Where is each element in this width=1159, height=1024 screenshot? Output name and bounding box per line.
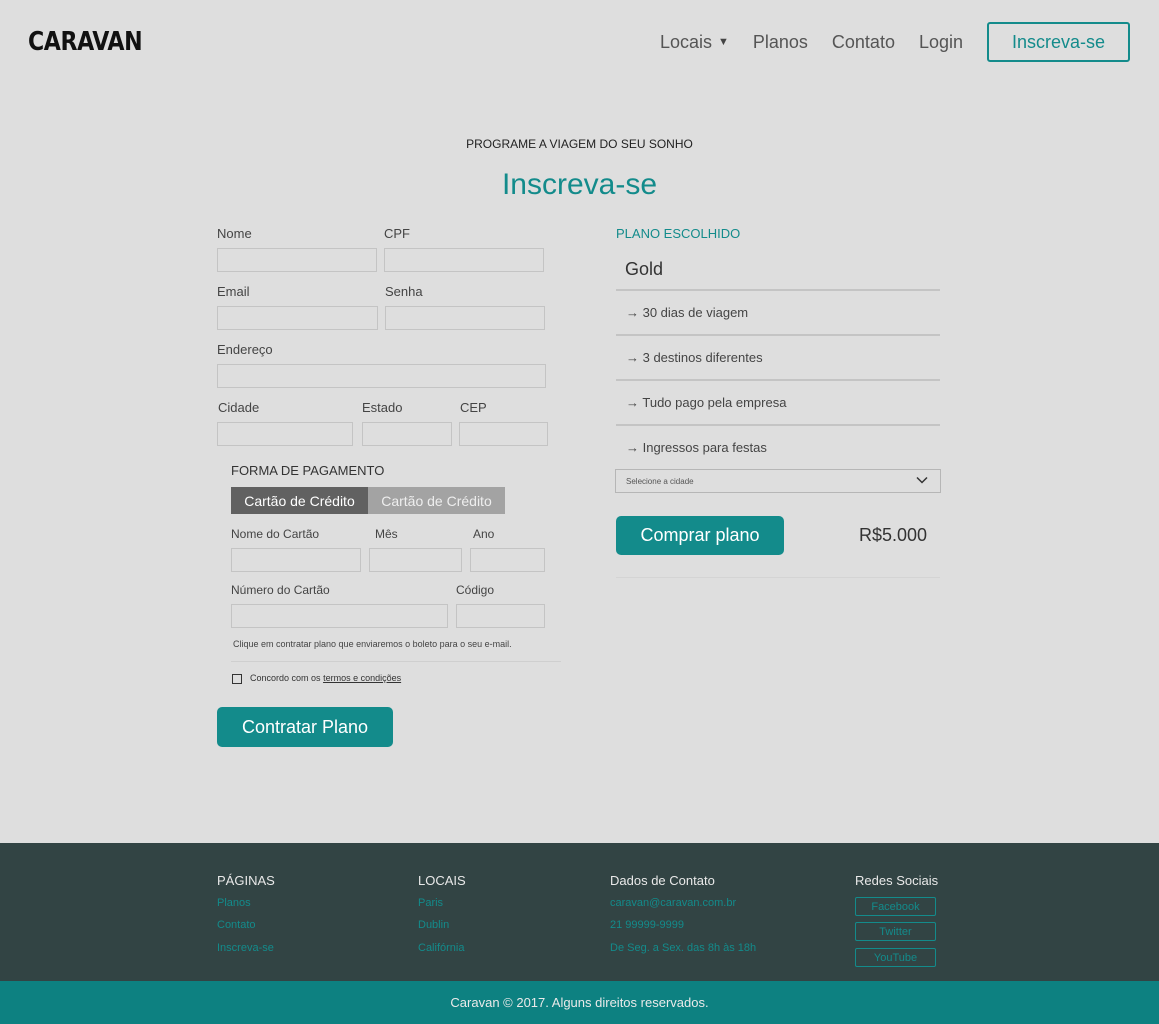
twitter-button[interactable]: Twitter xyxy=(855,922,936,941)
cpf-label: CPF xyxy=(384,226,410,241)
contratar-plano-button[interactable]: Contratar Plano xyxy=(217,707,393,747)
estado-label: Estado xyxy=(362,400,403,415)
email-label: Email xyxy=(217,284,250,299)
footer-link-dublin[interactable]: Dublin xyxy=(418,919,449,931)
cidade-input[interactable] xyxy=(217,422,353,446)
terms-label: Concordo com os termos e condições xyxy=(250,673,401,683)
nav-signup-button[interactable]: Inscreva-se xyxy=(987,22,1130,62)
footer-link-california[interactable]: Califórnia xyxy=(418,942,464,954)
email-input[interactable] xyxy=(217,306,378,330)
mes-input[interactable] xyxy=(369,548,462,572)
footer-link-contato[interactable]: Contato xyxy=(217,919,256,931)
facebook-button[interactable]: Facebook xyxy=(855,897,936,916)
nome-input[interactable] xyxy=(217,248,377,272)
cep-label: CEP xyxy=(460,400,487,415)
nav-contato[interactable]: Contato xyxy=(832,32,895,53)
plan-divider xyxy=(616,289,940,291)
footer-link-planos[interactable]: Planos xyxy=(217,897,251,909)
nome-cartao-label: Nome do Cartão xyxy=(231,527,320,541)
terms-prefix: Concordo com os xyxy=(250,673,321,683)
estado-input[interactable] xyxy=(362,422,452,446)
copyright-bar: Caravan © 2017. Alguns direitos reservad… xyxy=(0,981,1159,1024)
payment-tab-credit-inactive[interactable]: Cartão de Crédito xyxy=(368,487,505,514)
plan-heading: PLANO ESCOLHIDO xyxy=(616,226,741,241)
payment-tab-credit-active[interactable]: Cartão de Crédito xyxy=(231,487,368,514)
caravan-logo[interactable]: CARAVAN xyxy=(28,27,143,57)
nome-label: Nome xyxy=(217,226,252,241)
caret-down-icon: ▼ xyxy=(717,36,729,48)
cidade-label: Cidade xyxy=(218,400,260,415)
nav-locais-label: Locais xyxy=(659,31,712,52)
site-footer: PÁGINAS Planos Contato Inscreva-se LOCAI… xyxy=(0,843,1159,981)
comprar-plano-button[interactable]: Comprar plano xyxy=(616,516,784,555)
mes-label: Mês xyxy=(375,527,398,541)
footer-link-paris[interactable]: Paris xyxy=(418,897,443,909)
endereco-label: Endereço xyxy=(217,342,273,357)
ano-label: Ano xyxy=(473,527,495,541)
page-subtitle: PROGRAME A VIAGEM DO SEU SONHO xyxy=(466,137,693,151)
numero-cartao-label: Número do Cartão xyxy=(231,583,330,597)
plan-price: R$5.000 xyxy=(859,525,928,545)
codigo-label: Código xyxy=(456,583,495,597)
city-select-value: Selecione a cidade xyxy=(626,476,694,486)
form-divider xyxy=(231,661,561,662)
codigo-input[interactable] xyxy=(456,604,545,628)
terms-link[interactable]: termos e condições xyxy=(323,673,401,683)
endereco-input[interactable] xyxy=(217,364,546,388)
numero-cartao-input[interactable] xyxy=(231,604,448,628)
plan-divider xyxy=(616,334,940,336)
nome-cartao-input[interactable] xyxy=(231,548,361,572)
plan-divider xyxy=(616,424,940,426)
footer-locais-title: LOCAIS xyxy=(418,873,466,888)
nav-planos[interactable]: Planos xyxy=(753,32,808,53)
senha-input[interactable] xyxy=(385,306,545,330)
plan-divider xyxy=(616,379,940,381)
footer-link-inscreva[interactable]: Inscreva-se xyxy=(217,942,274,954)
footer-hours: De Seg. a Sex. das 8h às 18h xyxy=(610,942,757,954)
page-title: Inscreva-se xyxy=(501,168,658,201)
plan-bottom-divider xyxy=(616,577,940,578)
plan-feature: → Tudo pago pela empresa xyxy=(626,395,787,410)
payment-heading: FORMA DE PAGAMENTO xyxy=(231,463,385,478)
city-select[interactable]: Selecione a cidade xyxy=(615,469,941,493)
chevron-down-icon xyxy=(916,476,928,484)
main-nav: Locais ▼ Planos Contato Login Inscreva-s… xyxy=(660,22,1130,62)
plan-feature: → Ingressos para festas xyxy=(626,440,767,455)
footer-phone: 21 99999-9999 xyxy=(610,919,685,931)
nav-locais[interactable]: Locais ▼ xyxy=(660,32,729,53)
payment-note: Clique em contratar plano que enviaremos… xyxy=(233,639,512,649)
nav-login[interactable]: Login xyxy=(919,32,963,53)
ano-input[interactable] xyxy=(470,548,545,572)
plan-name: Gold xyxy=(625,259,664,279)
plan-feature: → 30 dias de viagem xyxy=(626,305,749,320)
footer-contato-title: Dados de Contato xyxy=(610,873,715,888)
youtube-button[interactable]: YouTube xyxy=(855,948,936,967)
senha-label: Senha xyxy=(385,284,423,299)
plan-feature: → 3 destinos diferentes xyxy=(626,350,763,365)
cep-input[interactable] xyxy=(459,422,548,446)
terms-checkbox[interactable] xyxy=(232,674,242,684)
footer-email[interactable]: caravan@caravan.com.br xyxy=(610,897,736,909)
footer-redes-title: Redes Sociais xyxy=(855,873,939,888)
footer-paginas-title: PÁGINAS xyxy=(217,873,275,888)
cpf-input[interactable] xyxy=(384,248,544,272)
